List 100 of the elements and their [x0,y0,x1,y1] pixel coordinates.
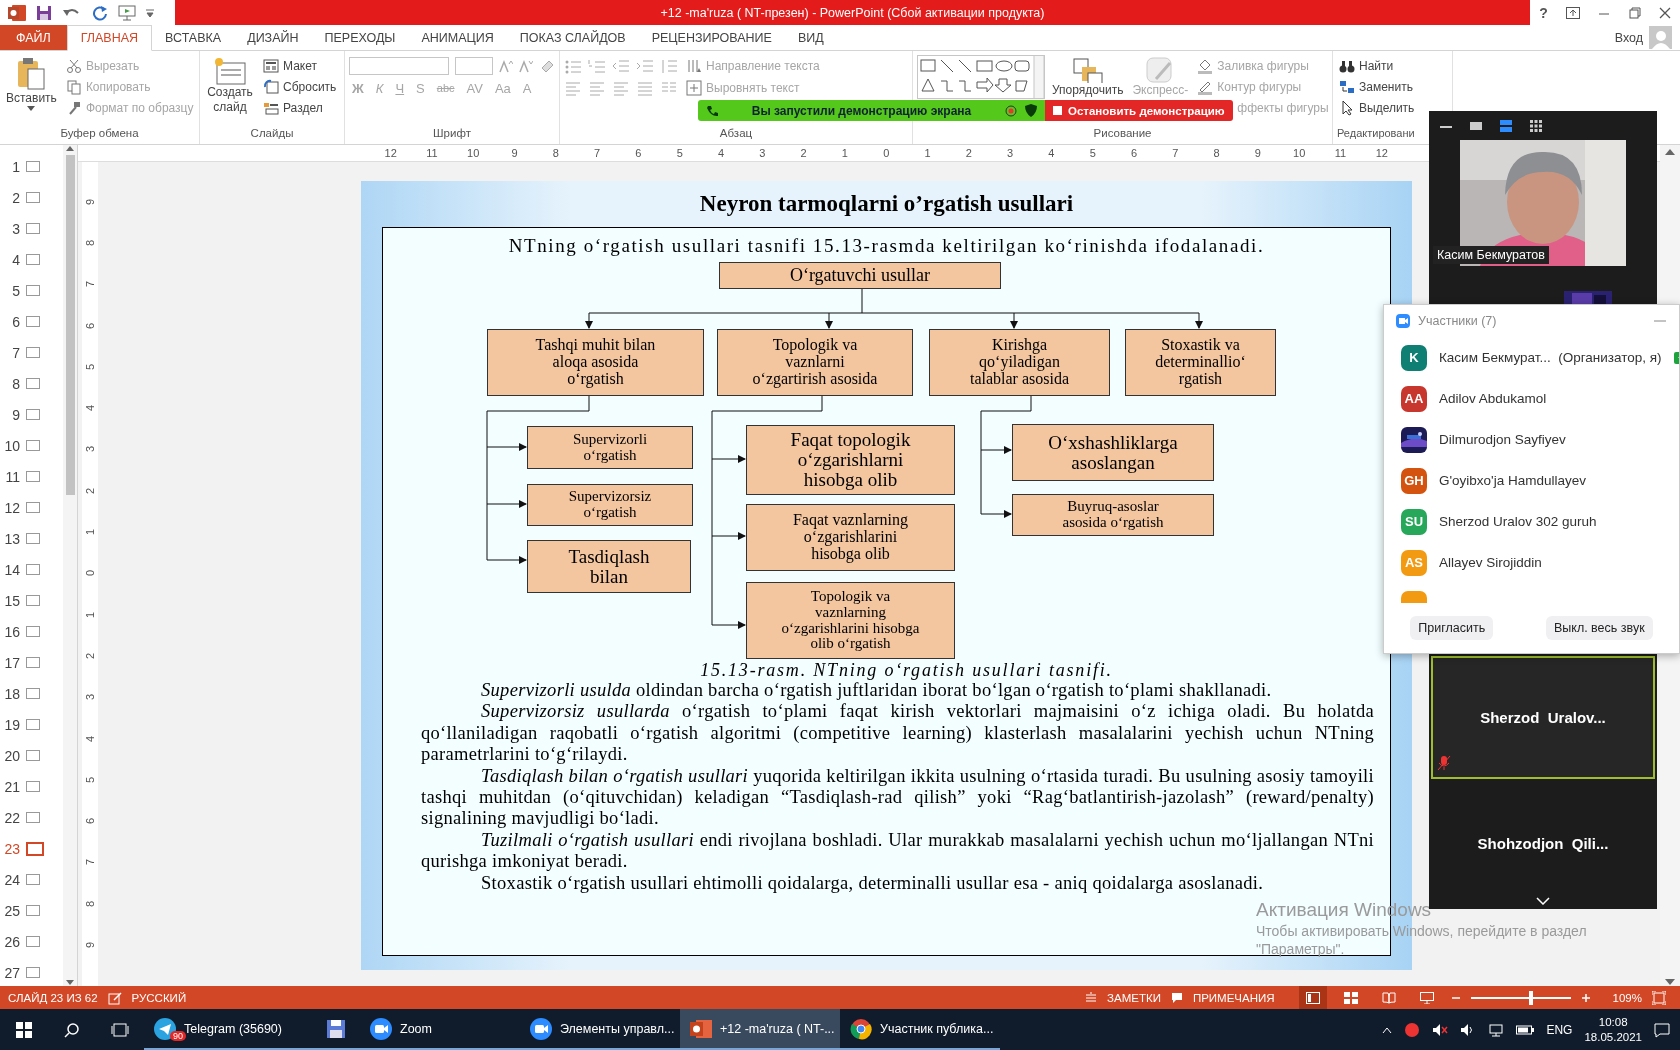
slide-thumbnail[interactable] [26,781,40,792]
bullets-icon[interactable] [564,58,582,74]
scroll-up-icon[interactable] [1665,148,1675,156]
slide-thumbnail[interactable] [26,502,40,513]
slide-thumbnail[interactable] [26,688,40,699]
redo-icon[interactable] [92,4,108,21]
participant-name[interactable]: Sherzod Uralov 302 guruh [1439,514,1597,529]
clock[interactable]: 10:08 18.05.2021 [1584,1014,1642,1045]
grow-font-icon[interactable] [499,59,513,73]
video-tile[interactable]: Shohzodjon Qili... [1431,793,1655,893]
input-language[interactable]: ENG [1546,1022,1573,1037]
ribbon-button[interactable]: Сбросить [261,76,339,97]
chevron-down-icon[interactable] [1536,897,1550,905]
shapes-gallery-icon[interactable] [917,55,1045,99]
slide-thumbnail[interactable] [26,316,40,327]
ribbon-tab[interactable]: ДИЗАЙН [234,25,312,50]
align-center-icon[interactable] [588,80,606,96]
slide-thumbnail[interactable] [26,936,40,947]
font-size-field[interactable] [455,57,493,75]
slide-thumbnail[interactable] [26,192,40,203]
slide-thumbnail[interactable] [26,347,40,358]
ribbon-tab[interactable]: ГЛАВНАЯ [66,25,153,51]
slide-thumbnail[interactable] [26,657,40,668]
slide-thumbnail[interactable] [26,223,40,234]
ribbon-display-icon[interactable] [1566,6,1580,19]
slide-thumbnail[interactable] [26,595,40,606]
ribbon-tab[interactable]: ПЕРЕХОДЫ [311,25,409,50]
ribbon-tab[interactable]: ВСТАВКА [152,25,235,50]
gallery-view-icon[interactable] [1529,118,1543,133]
notes-button[interactable]: ЗАМЕТКИ [1107,991,1161,1004]
save-icon[interactable] [36,4,52,21]
zoom-in-icon[interactable] [1580,992,1591,1003]
slide-thumbnail[interactable] [26,409,40,420]
align-left-icon[interactable] [564,80,582,96]
windows-start-icon[interactable] [16,1021,32,1038]
outdent-icon[interactable] [612,58,630,74]
slide-thumbnail[interactable] [26,874,40,885]
participant-name[interactable]: G'oyibxo'ja Hamdullayev [1439,473,1586,488]
ribbon-tab[interactable]: ФАЙЛ [0,25,67,50]
eraser-icon[interactable] [539,58,555,74]
taskbar-app[interactable]: Zoom [360,1009,520,1050]
notes-icon[interactable] [1085,991,1098,1004]
sign-in-link[interactable]: Вход [1614,30,1643,45]
stop-share-button[interactable]: Остановить демонстрацию [1045,100,1233,121]
taskbar-app[interactable]: Элементы управл... [520,1009,680,1050]
participant-name[interactable]: Dilmurodjon Sayfiyev [1439,432,1566,447]
notifications-icon[interactable] [1654,1021,1670,1038]
sorter-view-icon[interactable] [1343,991,1358,1004]
panel-button[interactable]: Выкл. весь звук [1545,616,1653,640]
slide-thumbnail[interactable] [26,812,40,823]
ribbon-button[interactable]: Выделить [1337,97,1417,118]
participant-name[interactable]: Касим Бекмурат... (Организатор, я) [1439,350,1662,365]
participant-name[interactable]: Allayev Sirojiddin [1439,555,1542,570]
search-icon[interactable] [64,1021,80,1038]
font-name-field[interactable] [349,57,449,75]
reading-view-icon[interactable] [1381,991,1396,1004]
record-icon[interactable] [1005,104,1017,117]
ribbon-tab[interactable]: РЕЦЕНЗИРОВАНИЕ [638,25,785,50]
edit-notes-icon[interactable] [107,990,122,1005]
restore-icon[interactable] [1628,6,1641,19]
participant-name[interactable]: Adilov Abdukamol [1439,391,1547,406]
justify-icon[interactable] [636,80,654,96]
close-icon[interactable] [1658,6,1671,19]
help-button[interactable]: ? [1539,4,1548,21]
slide-thumbnail[interactable] [26,905,40,916]
comment-icon[interactable] [1170,991,1183,1004]
slide-thumbnail[interactable] [26,254,40,265]
ribbon-tab[interactable]: АНИМАЦИЯ [408,25,507,50]
slide-thumbnail[interactable] [26,378,40,389]
network-icon[interactable] [1488,1021,1505,1038]
task-view-icon[interactable] [111,1021,129,1038]
slide-thumbnail[interactable] [26,719,40,730]
tray-caret-icon[interactable] [1382,1025,1393,1034]
normal-view-icon[interactable] [1305,991,1320,1004]
slide-thumbnail[interactable] [26,841,44,856]
slide-thumbnail[interactable] [26,967,40,978]
indent-icon[interactable] [636,58,654,74]
line-spacing-icon[interactable] [660,58,678,74]
ribbon-button[interactable]: Макет [261,55,339,76]
slide-thumbnail[interactable] [26,161,40,172]
language-indicator[interactable]: РУССКИЙ [131,991,187,1004]
ribbon-button[interactable]: Раздел [261,97,339,118]
slide-thumbnail[interactable] [26,533,40,544]
powerpoint-logo-icon[interactable] [8,3,26,22]
slide-thumbnail[interactable] [26,471,40,482]
ribbon-tab[interactable]: ВИД [784,25,837,50]
taskbar-app[interactable]: Участник публика... [840,1009,1000,1050]
shrink-font-icon[interactable] [519,59,533,73]
numbering-icon[interactable] [588,58,606,74]
align-right-icon[interactable] [612,80,630,96]
paste-button[interactable]: Вставить [4,55,59,127]
comments-button[interactable]: ПРИМЕЧАНИЯ [1192,991,1275,1004]
taskbar-app[interactable]: +12 -ma'ruza ( NT-... [680,1009,840,1050]
slide-thumbnail[interactable] [26,564,40,575]
panel-button[interactable]: Пригласить [1410,616,1494,640]
ribbon-button[interactable]: Найти [1337,55,1417,76]
ribbon-tab[interactable]: ПОКАЗ СЛАЙДОВ [506,25,639,50]
ribbon-button[interactable]: Заменить [1337,76,1417,97]
customize-caret-icon[interactable] [146,7,154,18]
slide-thumbnail[interactable] [26,285,40,296]
